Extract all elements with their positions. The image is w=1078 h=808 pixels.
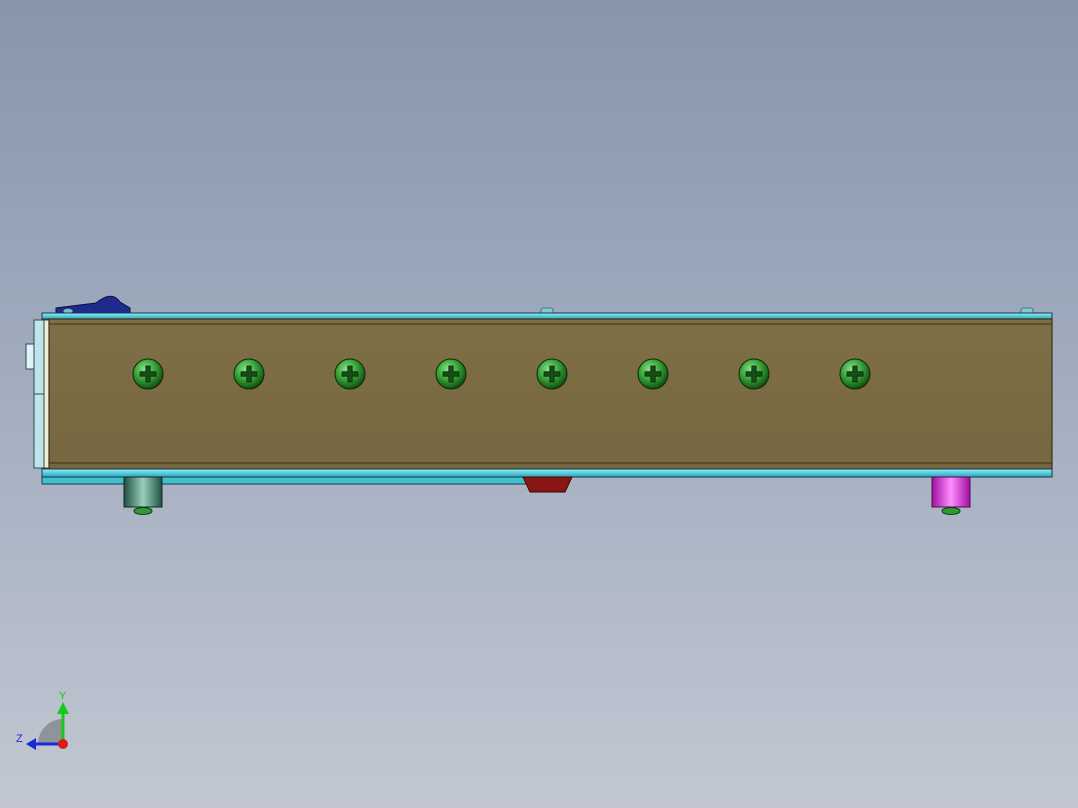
- coordinate-triad: Y Z: [16, 690, 69, 750]
- foot-left: [123, 476, 163, 515]
- screw-head: [435, 358, 467, 390]
- rocker-switch[interactable]: [55, 295, 131, 314]
- center-tab: [522, 476, 573, 493]
- foot-right: [931, 476, 971, 515]
- top-rail: [41, 312, 1053, 320]
- z-axis-label: Z: [16, 733, 23, 745]
- screw-head: [233, 358, 265, 390]
- screw-head: [536, 358, 568, 390]
- side-panel: [48, 318, 1053, 470]
- screw-head: [637, 358, 669, 390]
- x-axis-dot: [58, 739, 68, 749]
- screw-head: [839, 358, 871, 390]
- screw-head: [132, 358, 164, 390]
- left-end-cap: [25, 319, 50, 469]
- cad-viewport[interactable]: Y Z: [0, 0, 1078, 808]
- screw-head: [738, 358, 770, 390]
- y-axis-label: Y: [59, 690, 67, 702]
- screw-head: [334, 358, 366, 390]
- cad-canvas[interactable]: Y Z: [0, 0, 1078, 808]
